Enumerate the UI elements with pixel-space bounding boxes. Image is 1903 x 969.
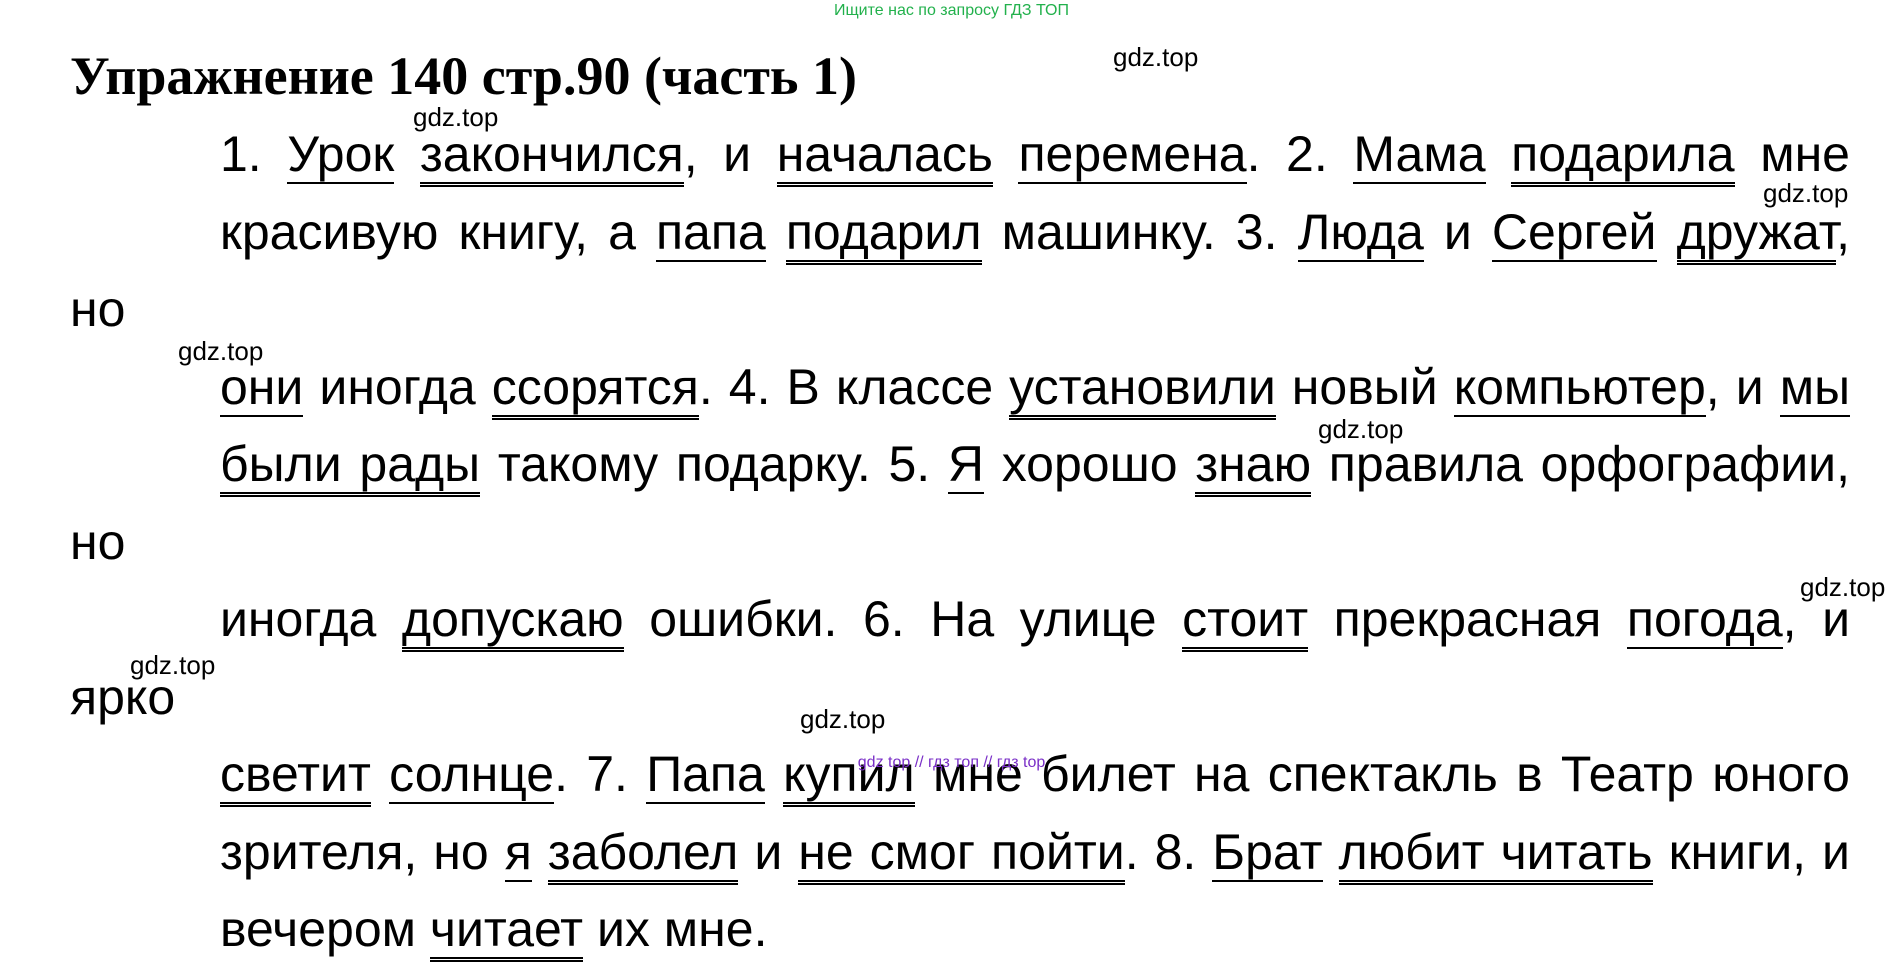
predicate-word: подарил xyxy=(785,203,982,265)
text-fragment xyxy=(766,204,786,260)
text-fragment: красивую книгу, а xyxy=(220,203,656,260)
watermark: gdz.top xyxy=(178,336,264,366)
predicate-word: подарила xyxy=(1511,126,1735,187)
subject-word: папа xyxy=(655,203,766,262)
predicate-word: были рады xyxy=(220,436,481,497)
text-line: вечером читает их мне. xyxy=(70,891,1850,969)
text-fragment: мне xyxy=(1734,126,1850,182)
subject-word: Урок xyxy=(287,126,395,184)
text-line: зрителя, но я заболел и не смог пойти. 8… xyxy=(70,814,1850,892)
predicate-word: любит читать xyxy=(1338,823,1653,885)
text-fragment: зрителя, но xyxy=(220,823,505,880)
text-fragment: . 2. xyxy=(1246,126,1354,182)
subject-word: Я xyxy=(947,436,985,494)
predicate-word: не смог пойти xyxy=(798,823,1125,885)
text-fragment: . 8. xyxy=(1124,823,1213,880)
predicate-word: знаю xyxy=(1195,436,1312,497)
text-line: иногда допускаю ошибки. 6. На улице стои… xyxy=(70,581,1850,736)
text-fragment xyxy=(394,126,420,182)
predicate-word: стоит xyxy=(1182,591,1309,652)
subject-word: я xyxy=(504,823,532,882)
text-fragment: , и xyxy=(1705,358,1780,415)
text-fragment: хорошо xyxy=(984,436,1196,492)
text-fragment: новый xyxy=(1275,358,1454,415)
watermark: gdz.top xyxy=(1800,572,1886,602)
text-fragment: , и xyxy=(683,126,777,182)
text-fragment: ошибки. 6. На улице xyxy=(623,591,1183,647)
predicate-word: началась xyxy=(776,126,993,187)
footer-links: gdz top // гдз топ // гдз top xyxy=(857,754,1046,771)
exercise-text: 1. Урок закончился, и началась перемена.… xyxy=(70,116,1850,969)
subject-word: Сергей xyxy=(1491,203,1657,262)
text-line: светит солнце. 7. Папа купил мне билет н… xyxy=(70,736,1850,814)
text-fragment xyxy=(532,824,548,880)
subject-word: они xyxy=(220,358,304,417)
text-fragment: и xyxy=(1423,203,1492,260)
subject-word: Брат xyxy=(1212,823,1323,882)
predicate-word: ссорятся xyxy=(491,358,699,420)
watermark: gdz.top xyxy=(413,102,499,132)
watermark: gdz.top xyxy=(1113,42,1199,72)
text-line: красивую книгу, а папа подарил машинку. … xyxy=(70,194,1850,349)
watermark: gdz.top xyxy=(1318,414,1404,444)
predicate-word: дружат xyxy=(1676,203,1837,265)
subject-word: Мама xyxy=(1353,126,1486,184)
text-fragment: иногда xyxy=(303,358,492,415)
text-fragment: прекрасная xyxy=(1308,591,1627,647)
text-fragment: и xyxy=(738,823,799,880)
predicate-word: закончился xyxy=(419,126,684,187)
top-banner: Ищите нас по запросу ГДЗ ТОП xyxy=(834,2,1069,19)
subject-word: Люда xyxy=(1297,203,1424,262)
watermark: gdz.top xyxy=(130,650,216,680)
text-line: 1. Урок закончился, и началась перемена.… xyxy=(70,116,1850,194)
text-line: были рады такому подарку. 5. Я хорошо зн… xyxy=(70,426,1850,581)
subject-word: перемена xyxy=(1018,126,1247,184)
predicate-word: допускаю xyxy=(401,591,624,652)
text-fragment: книги, и xyxy=(1652,823,1850,880)
watermark: gdz.top xyxy=(800,704,886,734)
text-fragment: их мне. xyxy=(583,901,768,957)
text-fragment: вечером xyxy=(220,901,430,957)
page-title: Упражнение 140 стр.90 (часть 1) xyxy=(70,46,857,106)
subject-word: мы xyxy=(1779,358,1850,417)
text-line: они иногда ссорятся. 4. В классе установ… xyxy=(70,349,1850,427)
predicate-word: заболел xyxy=(547,823,739,885)
text-fragment: машинку. 3. xyxy=(981,203,1298,260)
text-fragment: 1. xyxy=(220,126,288,182)
predicate-word: читает xyxy=(429,901,584,962)
predicate-word: установили xyxy=(1009,358,1276,420)
text-fragment: такому подарку. 5. xyxy=(480,436,948,492)
text-fragment xyxy=(993,126,1019,182)
subject-word: компьютер xyxy=(1453,358,1706,417)
watermark: gdz.top xyxy=(1763,178,1849,208)
subject-word: погода xyxy=(1626,591,1783,649)
text-fragment xyxy=(1323,824,1339,880)
text-fragment: иногда xyxy=(220,591,402,647)
text-fragment xyxy=(1486,126,1512,182)
text-fragment: . 4. В классе xyxy=(698,358,1010,415)
text-fragment xyxy=(1657,204,1677,260)
